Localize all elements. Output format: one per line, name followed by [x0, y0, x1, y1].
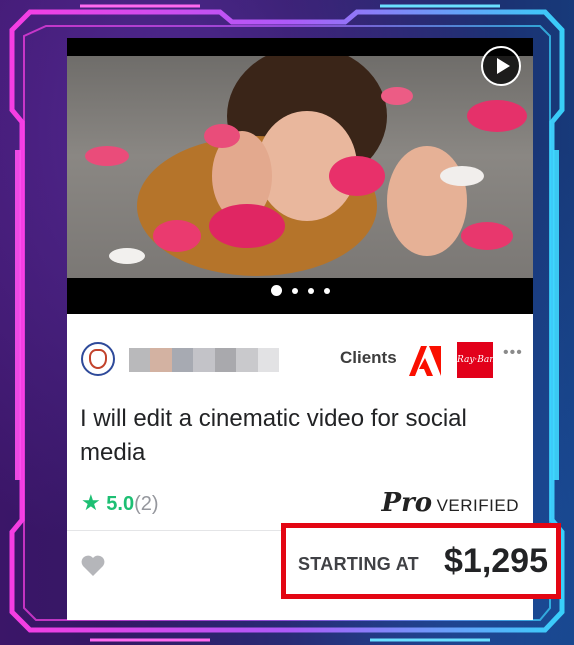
gig-title-link[interactable]: I will edit a cinematic video for social… — [80, 402, 520, 470]
gig-media-carousel[interactable] — [67, 38, 533, 314]
seller-logo-icon[interactable] — [81, 342, 115, 376]
name-blur-block — [193, 348, 215, 372]
rating-count: (2) — [134, 493, 159, 515]
price-value: $1,295 — [444, 542, 548, 580]
seller-row: Clients Ray·Ban ••• — [79, 340, 523, 380]
name-blur-block — [236, 348, 258, 372]
pro-verified-badge: Pro VERIFIED — [382, 488, 519, 518]
carousel-dot-4[interactable] — [323, 287, 330, 294]
pro-word: Pro — [381, 488, 433, 518]
carousel-dot-2[interactable] — [291, 287, 298, 294]
price-label: STARTING AT — [298, 554, 419, 574]
adobe-logo-icon — [407, 342, 443, 378]
rating-summary: ★ 5.0(2) — [81, 490, 159, 516]
play-icon[interactable] — [481, 46, 521, 86]
gig-preview-image[interactable] — [67, 56, 533, 278]
clients-label: Clients — [340, 348, 397, 367]
name-blur-block — [257, 348, 279, 372]
name-blur-block — [150, 348, 172, 372]
seller-name-blurred[interactable] — [129, 348, 279, 372]
name-blur-block — [214, 348, 237, 372]
carousel-dots[interactable] — [67, 285, 533, 296]
verified-word: VERIFIED — [436, 496, 519, 515]
more-dots-icon[interactable]: ••• — [503, 344, 523, 362]
name-blur-block — [129, 348, 151, 372]
star-icon: ★ — [81, 490, 101, 515]
carousel-dot-3[interactable] — [307, 287, 314, 294]
rating-value: 5.0 — [106, 493, 135, 515]
heart-icon[interactable] — [80, 554, 106, 578]
name-blur-block — [171, 348, 194, 372]
ray-ban-logo-icon: Ray·Ban — [457, 342, 495, 378]
price-highlight-box[interactable]: STARTING AT $1,295 — [281, 523, 561, 599]
carousel-dot-1[interactable] — [270, 285, 282, 296]
